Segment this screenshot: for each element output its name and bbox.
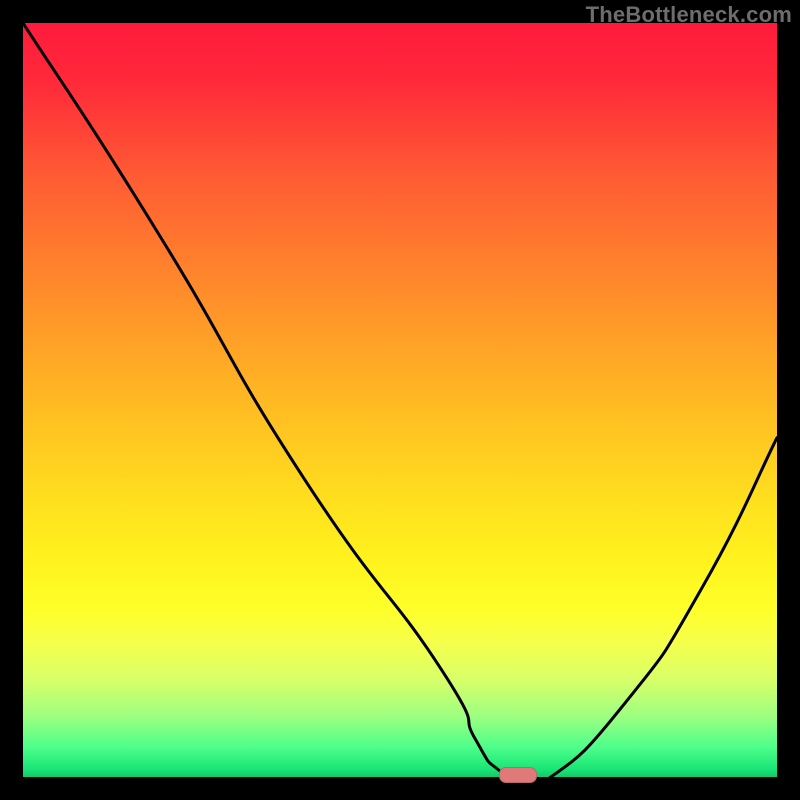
optimal-marker (499, 767, 537, 783)
watermark-text: TheBottleneck.com (586, 2, 792, 28)
chart-frame: TheBottleneck.com (0, 0, 800, 800)
plot-area (23, 23, 777, 777)
bottleneck-curve (23, 23, 777, 777)
